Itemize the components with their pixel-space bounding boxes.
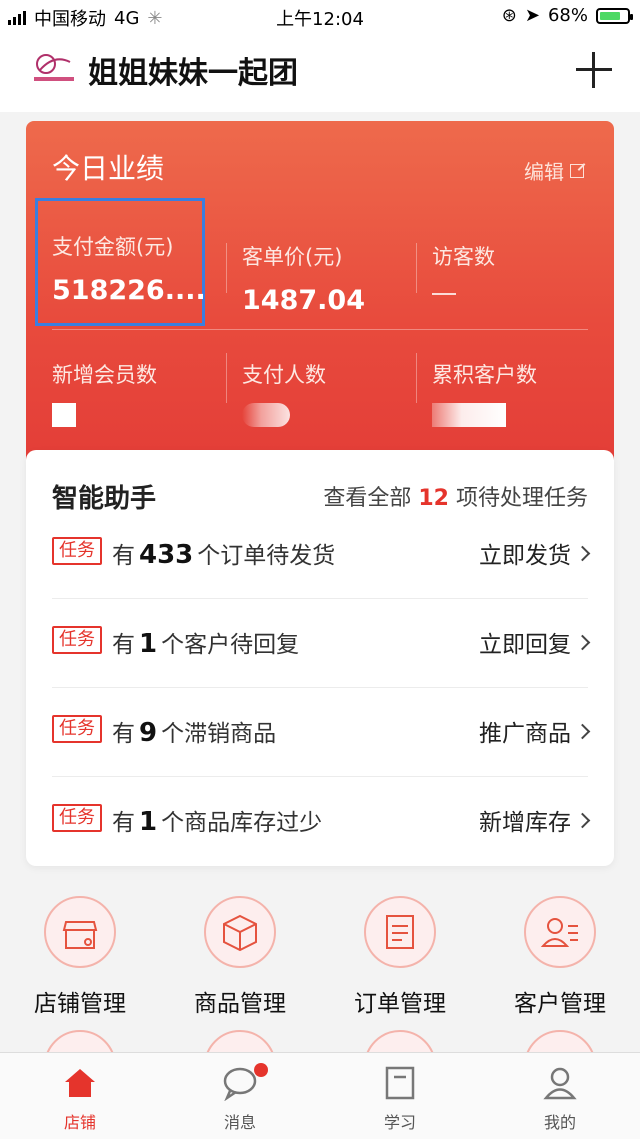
pending-task-count: 12 (418, 486, 449, 511)
tab-label: 消息 (223, 1113, 256, 1132)
task-tag: 任务 (52, 537, 102, 565)
task-tag: 任务 (52, 804, 102, 832)
store-icon (44, 896, 116, 968)
add-stock-button[interactable]: 新增库存 (479, 803, 591, 837)
summary-suffix: 项待处理任务 (455, 486, 588, 511)
app-header: 姐姐妹妹一起团 (0, 32, 640, 112)
task-count: 9 (139, 718, 158, 748)
task-row: 任务 有 433 个订单待发货 立即发货 (52, 510, 591, 599)
shop-logo[interactable] (30, 50, 78, 86)
metric-label: 客单价(元) (242, 245, 343, 269)
task-count: 1 (139, 629, 158, 659)
chevron-right-icon (574, 812, 591, 828)
action-label: 推广商品 (479, 721, 571, 747)
tab-me[interactable]: 我的 (480, 1053, 640, 1139)
task-count: 433 (139, 540, 194, 570)
promote-goods-button[interactable]: 推广商品 (479, 714, 591, 748)
status-bar: 中国移动 4G ✳ 上午12:04 ⊛ ➤ 68% (0, 0, 640, 32)
tab-store[interactable]: 店铺 (0, 1053, 160, 1139)
chevron-right-icon (574, 634, 591, 650)
metric-visitors[interactable]: 访客数 (432, 241, 495, 295)
menu-goods-management[interactable]: 商品管理 (160, 896, 320, 1018)
divider (416, 243, 417, 293)
add-button[interactable] (572, 48, 616, 92)
task-tag: 任务 (52, 626, 102, 654)
menu-label: 商品管理 (194, 991, 286, 1017)
menu-customer-management[interactable]: 客户管理 (480, 896, 640, 1018)
bottom-tab-bar: 店铺 消息 学习 我的 (0, 1052, 640, 1139)
view-all-tasks-link[interactable]: 查看全部 12 项待处理任务 (323, 480, 588, 512)
book-icon (382, 1065, 418, 1101)
rotation-lock-icon: ⊛ (501, 5, 517, 26)
metric-avg-order-price[interactable]: 客单价(元) 1487.04 (242, 241, 365, 316)
reply-now-button[interactable]: 立即回复 (479, 625, 591, 659)
summary-prefix: 查看全部 (323, 486, 412, 511)
task-text: 有 1 个客户待回复 (112, 629, 300, 659)
chevron-right-icon (574, 545, 591, 561)
metric-label: 访客数 (432, 245, 495, 269)
task-row: 任务 有 9 个滞销商品 推广商品 (52, 688, 591, 777)
menu-label: 订单管理 (354, 991, 446, 1017)
edit-icon (570, 163, 584, 178)
notification-badge (254, 1063, 268, 1077)
metric-value: 1487.04 (242, 285, 365, 316)
divider (226, 353, 227, 403)
metric-payment-amount[interactable]: 支付金额(元) 518226.... (52, 231, 206, 306)
metric-label: 新增会员数 (52, 363, 157, 387)
menu-store-management[interactable]: 店铺管理 (0, 896, 160, 1018)
redacted-value (242, 403, 290, 427)
menu-label: 店铺管理 (34, 991, 126, 1017)
tab-label: 店铺 (63, 1113, 96, 1132)
clock: 上午12:04 (276, 9, 364, 30)
location-icon: ➤ (524, 5, 540, 26)
divider (52, 329, 588, 330)
metric-paying-users[interactable]: 支付人数 (242, 359, 326, 427)
tab-messages[interactable]: 消息 (160, 1053, 320, 1139)
home-icon (62, 1065, 98, 1101)
chevron-right-icon (574, 723, 591, 739)
action-label: 新增库存 (479, 810, 571, 836)
message-icon (222, 1063, 268, 1102)
metric-value: 518226.... (52, 275, 206, 306)
metric-total-customers[interactable]: 累积客户数 (432, 359, 537, 427)
edit-button[interactable]: 编辑 (524, 156, 584, 185)
shop-title: 姐姐妹妹一起团 (88, 56, 298, 91)
metric-label: 累积客户数 (432, 363, 537, 387)
menu-label: 客户管理 (514, 991, 606, 1017)
redacted-value (432, 403, 506, 427)
order-icon (364, 896, 436, 968)
smart-assistant-card: 智能助手 查看全部 12 项待处理任务 任务 有 433 个订单待发货 立即发货 任… (26, 450, 614, 866)
battery-icon (596, 7, 633, 24)
metric-label: 支付人数 (242, 363, 326, 387)
tab-label: 学习 (383, 1113, 416, 1132)
edit-label: 编辑 (524, 160, 564, 184)
tab-label: 我的 (543, 1113, 576, 1132)
customer-icon (524, 896, 596, 968)
action-label: 立即发货 (479, 543, 571, 569)
divider (416, 353, 417, 403)
task-row: 任务 有 1 个商品库存过少 新增库存 (52, 777, 591, 865)
task-text: 有 1 个商品库存过少 (112, 807, 323, 837)
task-tag: 任务 (52, 715, 102, 743)
ship-now-button[interactable]: 立即发货 (479, 536, 591, 570)
metric-label: 支付金额(元) (52, 235, 174, 259)
metric-new-members[interactable]: 新增会员数 (52, 359, 157, 427)
user-icon (542, 1065, 578, 1101)
tab-learn[interactable]: 学习 (320, 1053, 480, 1139)
metric-value-placeholder (432, 293, 456, 295)
action-label: 立即回复 (479, 632, 571, 658)
task-row: 任务 有 1 个客户待回复 立即回复 (52, 599, 591, 688)
battery-percent: 68% (547, 5, 588, 26)
box-icon (204, 896, 276, 968)
menu-order-management[interactable]: 订单管理 (320, 896, 480, 1018)
performance-title: 今日业绩 (52, 152, 165, 185)
redacted-value (52, 403, 76, 427)
performance-card: 今日业绩 编辑 支付金额(元) 518226.... 客单价(元) 1487.0… (26, 121, 614, 481)
task-text: 有 433 个订单待发货 (112, 540, 336, 570)
task-text: 有 9 个滞销商品 (112, 718, 277, 748)
task-count: 1 (139, 807, 158, 837)
divider (226, 243, 227, 293)
